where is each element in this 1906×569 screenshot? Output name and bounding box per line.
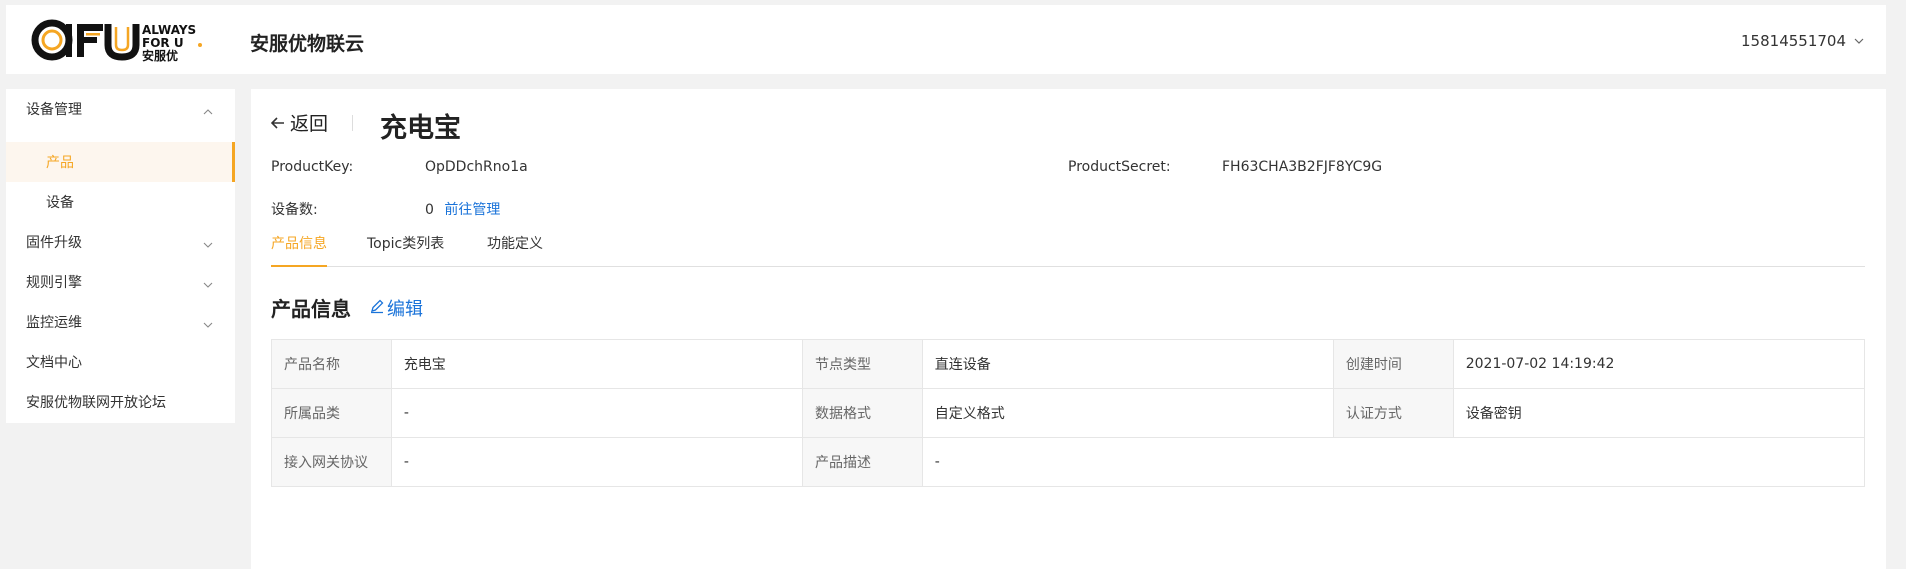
device-count-label: 设备数:	[271, 202, 318, 218]
sidebar-item-label: 规则引擎	[26, 275, 82, 291]
section-title: 产品信息	[271, 297, 351, 321]
sidebar-item-rule-engine[interactable]: 规则引擎	[6, 262, 235, 302]
sidebar-item-monitoring-ops[interactable]: 监控运维	[6, 302, 235, 342]
sidebar-item-devices[interactable]: 设备	[6, 182, 235, 222]
cell-label: 产品描述	[801, 437, 923, 487]
chevron-down-icon	[203, 276, 213, 292]
tab-topic-list[interactable]: Topic类列表	[367, 229, 444, 267]
chevron-up-icon	[203, 103, 213, 119]
cell-value: -	[921, 437, 1866, 487]
device-count-number: 0	[425, 202, 434, 218]
chevron-down-icon	[203, 236, 213, 252]
cell-value: -	[390, 437, 803, 487]
device-count-value: 0 前往管理	[425, 199, 500, 219]
sidebar-nav: 设备管理 产品 设备 固件升级 规则引擎 监控运维 文档中心 安服优物联网开放论…	[6, 89, 235, 423]
sidebar-item-device-management[interactable]: 设备管理	[6, 89, 235, 129]
sidebar-item-label: 监控运维	[26, 315, 82, 331]
table-row: 所属品类 - 数据格式 自定义格式 认证方式 设备密钥	[271, 388, 1866, 438]
product-key-label: ProductKey:	[271, 159, 354, 175]
logo-tagline-2: FOR U	[142, 36, 184, 50]
sidebar-item-label: 产品	[46, 155, 74, 171]
brand-name: 安服优物联云	[250, 33, 365, 55]
chevron-down-icon	[1854, 38, 1864, 44]
product-secret-label: ProductSecret:	[1068, 159, 1171, 175]
logo-tagline-1: ALWAYS	[142, 23, 196, 37]
afu-logo: ALWAYS FOR U 安服优	[30, 15, 220, 75]
edit-button[interactable]: 编辑	[369, 295, 423, 321]
sidebar-item-docs-center[interactable]: 文档中心	[6, 342, 235, 382]
user-phone: 15814551704	[1741, 32, 1846, 50]
cell-value: 直连设备	[921, 339, 1334, 389]
cell-label: 认证方式	[1332, 388, 1454, 438]
chevron-down-icon	[203, 316, 213, 332]
cell-label: 数据格式	[801, 388, 923, 438]
sidebar-item-firmware-upgrade[interactable]: 固件升级	[6, 222, 235, 262]
cell-value: 2021-07-02 14:19:42	[1452, 339, 1866, 389]
arrow-left-icon	[270, 112, 285, 134]
cell-label: 产品名称	[271, 339, 392, 389]
pencil-icon	[369, 298, 385, 319]
cell-value: 充电宝	[390, 339, 803, 389]
sidebar-item-label: 固件升级	[26, 235, 82, 251]
tab-product-info[interactable]: 产品信息	[271, 229, 327, 267]
sidebar-item-label: 设备管理	[26, 102, 82, 118]
table-row: 产品名称 充电宝 节点类型 直连设备 创建时间 2021-07-02 14:19…	[271, 339, 1866, 389]
tab-feature-definition[interactable]: 功能定义	[487, 229, 543, 267]
back-button[interactable]: 返回	[270, 109, 329, 136]
cell-label: 所属品类	[271, 388, 392, 438]
product-key-value: OpDDchRno1a	[425, 159, 528, 175]
edit-label: 编辑	[387, 299, 423, 320]
manage-devices-link[interactable]: 前往管理	[444, 202, 500, 218]
sidebar-item-products[interactable]: 产品	[6, 142, 235, 182]
sidebar-item-open-forum[interactable]: 安服优物联网开放论坛	[6, 382, 235, 422]
sidebar-item-label: 安服优物联网开放论坛	[26, 395, 166, 411]
page-title: 充电宝	[380, 113, 461, 144]
cell-label: 创建时间	[1332, 339, 1454, 389]
user-account-menu[interactable]: 15814551704	[1741, 32, 1864, 50]
logo-tagline-3: 安服优	[142, 48, 178, 63]
back-label: 返回	[290, 113, 329, 135]
sidebar-item-label: 文档中心	[26, 355, 82, 371]
cell-label: 接入网关协议	[271, 437, 392, 487]
product-secret-value: FH63CHA3B2FJF8YC9G	[1222, 159, 1383, 175]
product-info-table: 产品名称 充电宝 节点类型 直连设备 创建时间 2021-07-02 14:19…	[271, 339, 1866, 487]
cell-label: 节点类型	[801, 339, 923, 389]
cell-value: -	[390, 388, 803, 438]
cell-value: 设备密钥	[1452, 388, 1866, 438]
main-content: 返回 充电宝 ProductKey: OpDDchRno1a ProductSe…	[251, 89, 1886, 569]
cell-value: 自定义格式	[921, 388, 1334, 438]
product-tabs: 产品信息 Topic类列表 功能定义	[271, 229, 1865, 267]
top-header: ALWAYS FOR U 安服优 安服优物联云 15814551704	[6, 5, 1886, 74]
title-divider	[352, 115, 353, 131]
sidebar-item-label: 设备	[46, 195, 74, 211]
table-row: 接入网关协议 - 产品描述 -	[271, 437, 1866, 487]
